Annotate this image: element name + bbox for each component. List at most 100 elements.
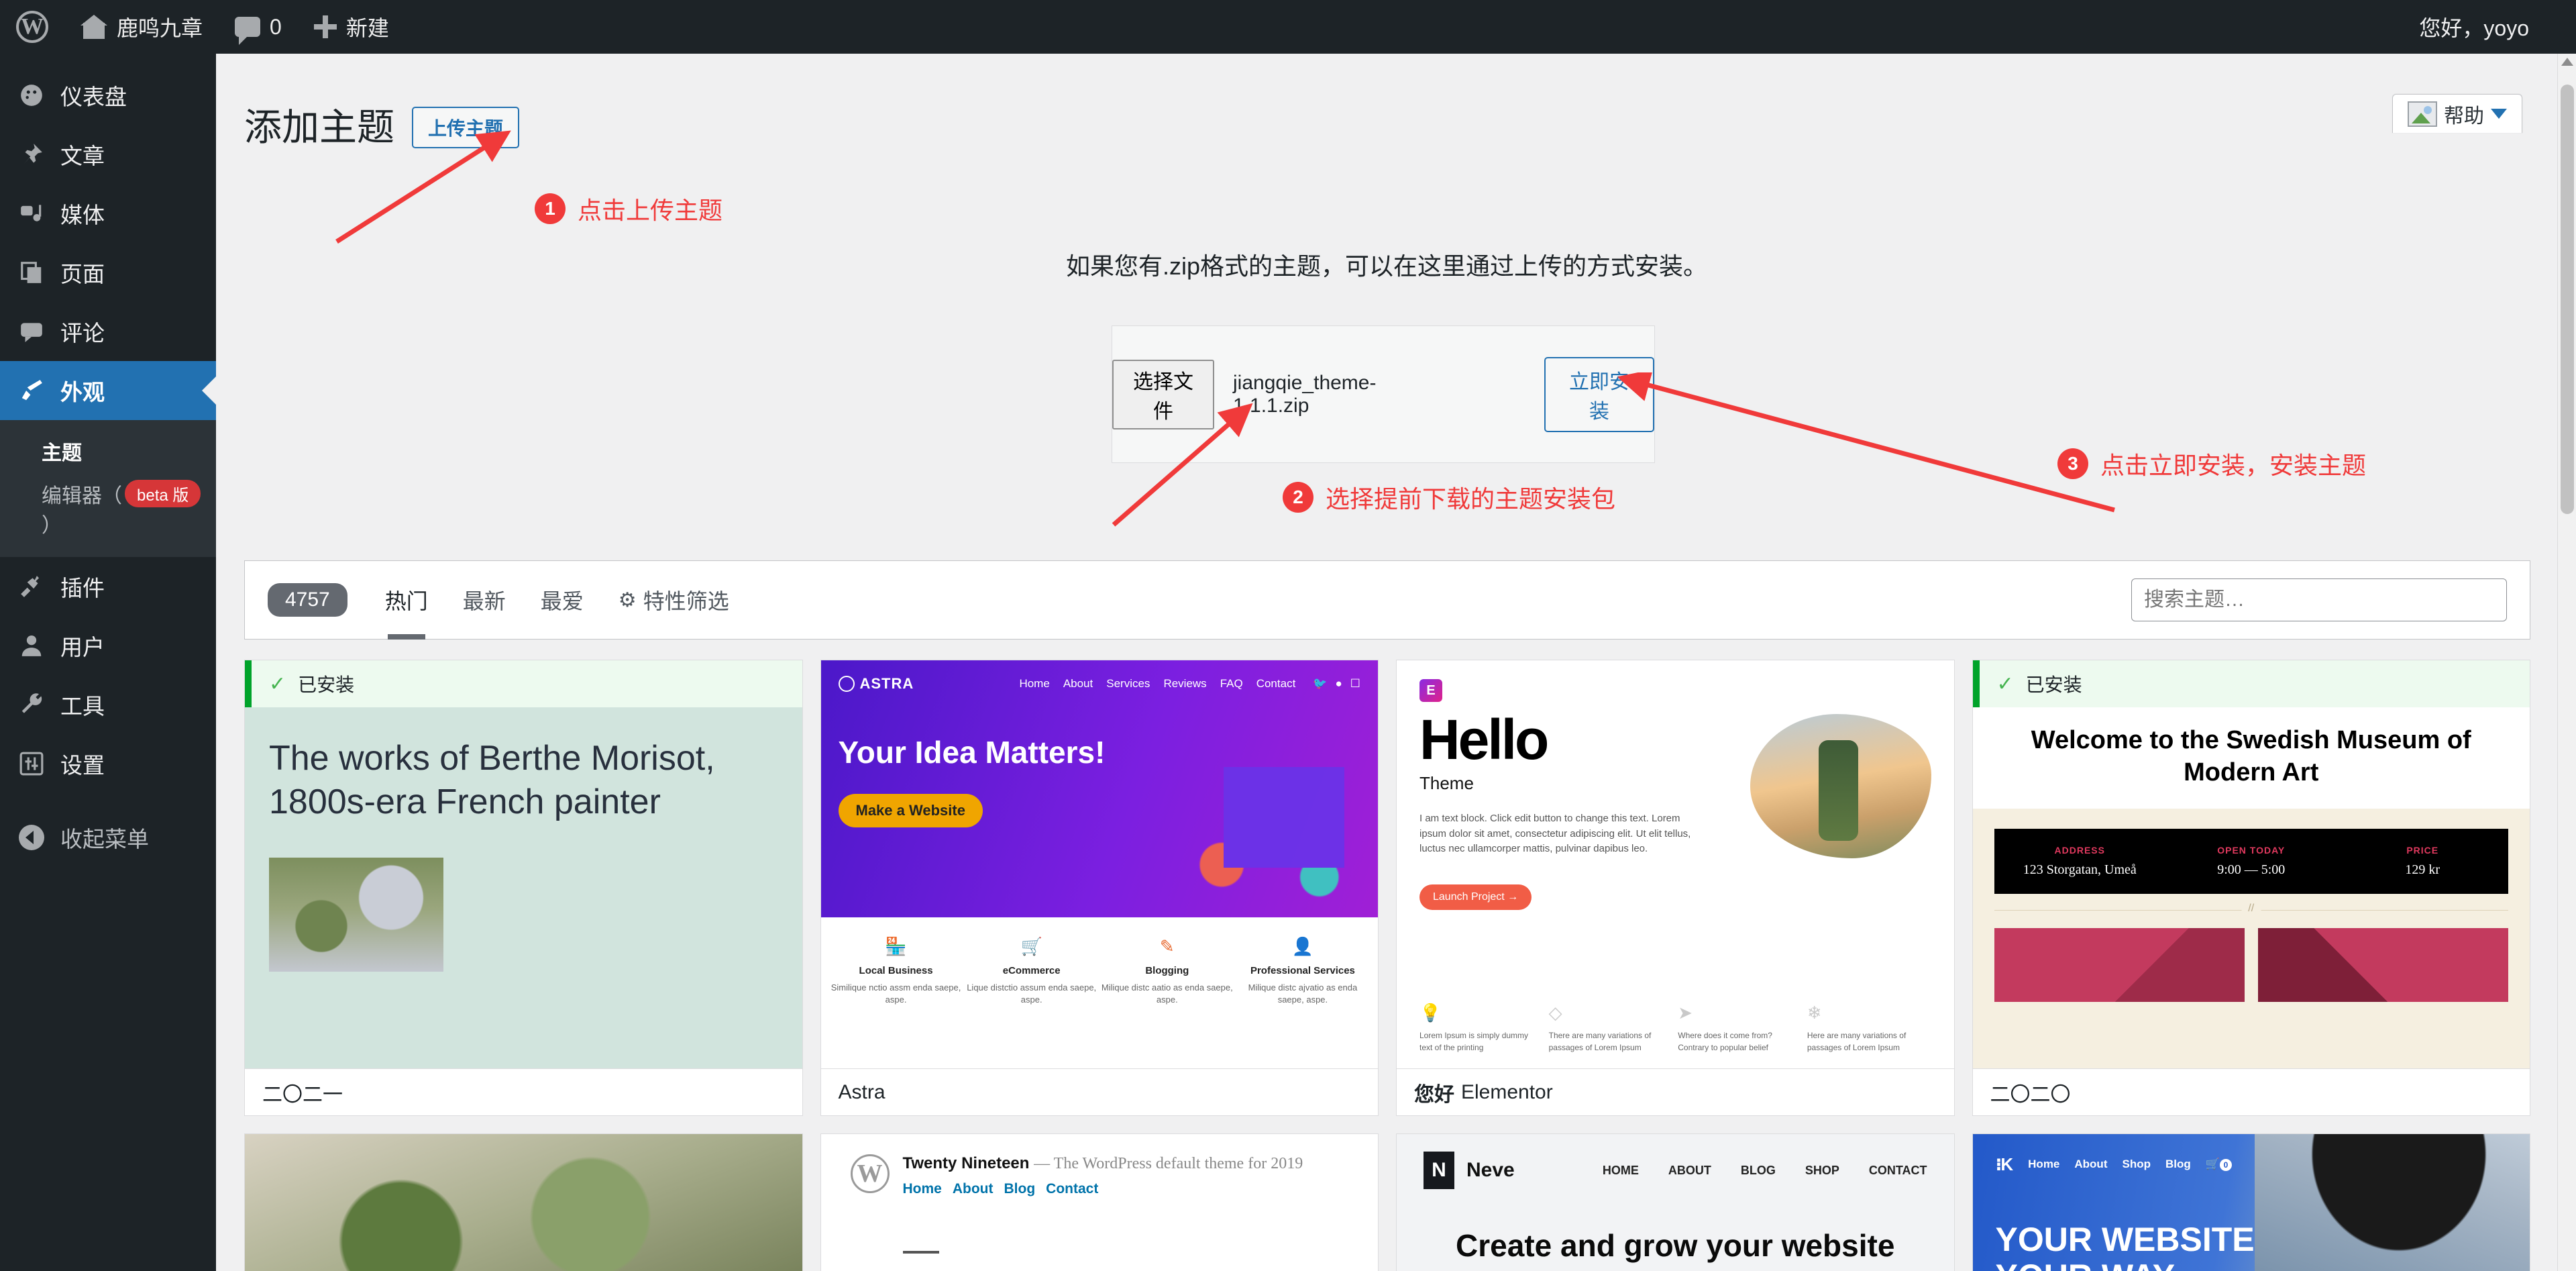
info-key: OPEN TODAY bbox=[2217, 845, 2286, 856]
preview-heading: The works of Berthe Morisot, 1800s-era F… bbox=[269, 739, 715, 821]
sidebar-item-appearance[interactable]: 外观 bbox=[0, 361, 216, 420]
sidebar-item-dashboard[interactable]: 仪表盘 bbox=[0, 66, 216, 125]
theme-screenshot: E Hello Theme I am text block. Click edi… bbox=[1397, 660, 1954, 1068]
sidebar-item-collapse-menu[interactable]: 收起菜单 bbox=[0, 808, 216, 867]
preview-divider: // bbox=[1994, 903, 2508, 915]
gear-icon: ⚙ bbox=[618, 589, 637, 611]
sidebar-item-label: 评论 bbox=[60, 321, 105, 346]
tab-label: 最爱 bbox=[540, 589, 584, 613]
new-label: 新建 bbox=[345, 16, 389, 40]
astra-logo: ASTRA bbox=[838, 675, 914, 693]
sidebar-item-settings[interactable]: 设置 bbox=[0, 734, 216, 793]
appearance-brush-icon bbox=[17, 376, 46, 405]
theme-card[interactable]: ASTRA Home About Services Reviews FAQ Co… bbox=[820, 660, 1379, 1116]
sidebar-item-label: 文章 bbox=[60, 144, 105, 168]
preview-photo bbox=[245, 1134, 802, 1271]
theme-card[interactable]: E Hello Theme I am text block. Click edi… bbox=[1396, 660, 1955, 1116]
page-scrollbar[interactable] bbox=[2557, 54, 2576, 1271]
theme-screenshot: W Twenty Nineteen — The WordPress defaul… bbox=[820, 1134, 1378, 1271]
install-now-button[interactable]: 立即安装 bbox=[1544, 356, 1654, 432]
nav-link: Contact bbox=[1046, 1181, 1099, 1197]
tab-popular[interactable]: 热门 bbox=[368, 560, 445, 640]
theme-name: 二〇二〇 bbox=[1990, 1083, 2071, 1106]
media-icon bbox=[17, 199, 46, 227]
selected-file-name: jiangqie_theme-1.1.1.zip bbox=[1233, 371, 1377, 417]
theme-card[interactable]: ✓ 已安装 Welcome to the Swedish Museum of M… bbox=[1972, 660, 2530, 1116]
cart-count: 0 bbox=[2219, 1159, 2232, 1171]
theme-card[interactable]: ✓ 已安装 The works of Berthe Morisot, 1800s… bbox=[244, 660, 803, 1116]
sidebar-item-media[interactable]: 媒体 bbox=[0, 184, 216, 243]
site-name-menu[interactable]: 鹿鸣九章 bbox=[64, 0, 219, 54]
sidebar-item-tools[interactable]: 工具 bbox=[0, 675, 216, 734]
neve-logo-icon: N bbox=[1424, 1152, 1454, 1189]
annotation-text: 选择提前下载的主题安装包 bbox=[1326, 485, 1616, 513]
feature-title: eCommerce bbox=[1002, 965, 1061, 977]
page-title: 添加主题 bbox=[244, 105, 394, 148]
appearance-submenu: 主题 编辑器（ beta 版 ） bbox=[0, 420, 216, 557]
chevron-down-icon bbox=[2491, 109, 2507, 119]
twitter-icon: ● bbox=[1335, 677, 1342, 690]
feature-title: Local Business bbox=[859, 965, 933, 977]
info-value: 123 Storgatan, Umeå bbox=[2023, 862, 2137, 877]
preview-heading-line2: YOUR WAY bbox=[1996, 1258, 2176, 1271]
instagram-icon: ☐ bbox=[1350, 677, 1360, 690]
snowflake-icon: ❄ bbox=[1807, 1003, 1822, 1023]
sidebar-item-plugins[interactable]: 插件 bbox=[0, 557, 216, 616]
nav-link: About bbox=[952, 1181, 994, 1197]
choose-file-button[interactable]: 选择文件 bbox=[1112, 359, 1214, 429]
theme-card[interactable]: W Twenty Nineteen — The WordPress defaul… bbox=[820, 1133, 1379, 1271]
help-toggle-button[interactable]: 帮助 bbox=[2392, 94, 2522, 133]
admin-sidebar: 仪表盘 文章 媒体 页面 评论 外观 主题 编辑器（ beta 版） 插件 用户… bbox=[0, 54, 216, 1271]
feature-title: Blogging bbox=[1145, 965, 1189, 977]
preview-features: 🏪 Local Business Similique nctio assm en… bbox=[820, 917, 1378, 1068]
account-menu[interactable]: 您好，yoyo bbox=[2419, 11, 2576, 42]
nav-link: Blog bbox=[1004, 1181, 1036, 1197]
feature-text: Where does it come from? Contrary to pop… bbox=[1678, 1031, 1772, 1052]
divider-mark: // bbox=[2241, 903, 2261, 915]
tab-favorites[interactable]: 最爱 bbox=[523, 560, 601, 640]
sidebar-item-label: 仪表盘 bbox=[60, 85, 127, 109]
info-value: 129 kr bbox=[2405, 862, 2440, 877]
theme-count-badge: 4757 bbox=[268, 583, 347, 617]
comments-menu[interactable]: 0 bbox=[219, 0, 298, 54]
preview-photo bbox=[1750, 714, 1931, 858]
annotation-text: 点击上传主题 bbox=[578, 197, 723, 224]
tab-latest[interactable]: 最新 bbox=[445, 560, 523, 640]
preview-nav: Home About Shop Blog 🛒 0 bbox=[2028, 1158, 2232, 1171]
diamond-icon: ◇ bbox=[1548, 1003, 1562, 1023]
theme-card[interactable] bbox=[244, 1133, 803, 1271]
theme-card[interactable]: N Neve HOME ABOUT BLOG SHOP CONTACT Crea… bbox=[1396, 1133, 1955, 1271]
wordpress-logo-icon: W bbox=[850, 1154, 890, 1193]
sidebar-item-label: 收起菜单 bbox=[60, 827, 149, 852]
neve-brand: Neve bbox=[1466, 1159, 1515, 1181]
nav-link: BLOG bbox=[1740, 1163, 1776, 1177]
sidebar-item-label: 外观 bbox=[60, 380, 105, 405]
sidebar-item-users[interactable]: 用户 bbox=[0, 616, 216, 675]
feature-title: Professional Services bbox=[1250, 965, 1355, 977]
sidebar-item-label: 设置 bbox=[60, 753, 105, 778]
scroll-up-arrow-icon[interactable] bbox=[2561, 58, 2573, 66]
wordpress-logo-menu[interactable]: W bbox=[0, 0, 64, 54]
nav-link: About bbox=[1063, 677, 1093, 690]
sidebar-item-comments[interactable]: 评论 bbox=[0, 302, 216, 361]
collapse-arrow-icon bbox=[17, 823, 46, 852]
submenu-item-themes[interactable]: 主题 bbox=[0, 429, 216, 472]
upload-theme-button[interactable]: 上传主题 bbox=[412, 106, 520, 148]
nav-link: CONTACT bbox=[1868, 1163, 1927, 1177]
sidebar-item-posts[interactable]: 文章 bbox=[0, 125, 216, 184]
scrollbar-thumb[interactable] bbox=[2561, 85, 2574, 514]
annotation-2: 2 选择提前下载的主题安装包 bbox=[1283, 480, 1615, 515]
nav-link: Home bbox=[2028, 1158, 2060, 1170]
feature-desc: Lique distctio assum enda saepe, aspe. bbox=[967, 982, 1097, 1005]
feature-filter-button[interactable]: ⚙ 特性筛选 bbox=[601, 560, 747, 640]
submenu-item-editor[interactable]: 编辑器（ beta 版 ） bbox=[0, 472, 216, 545]
search-themes-input[interactable] bbox=[2131, 578, 2507, 621]
theme-name: Elementor bbox=[1461, 1080, 1553, 1103]
theme-card[interactable]: ⁝K Home About Shop Blog 🛒0 GET STARTED Y… bbox=[1972, 1133, 2530, 1271]
preview-nav: Home About Services Reviews FAQ Contact bbox=[1019, 677, 1295, 691]
sidebar-item-pages[interactable]: 页面 bbox=[0, 243, 216, 302]
annotation-text: 点击立即安装，安装主题 bbox=[2100, 452, 2367, 479]
new-content-menu[interactable]: 新建 bbox=[298, 0, 405, 54]
nav-link: Blog bbox=[2165, 1158, 2191, 1170]
annotation-number: 2 bbox=[1283, 482, 1313, 513]
